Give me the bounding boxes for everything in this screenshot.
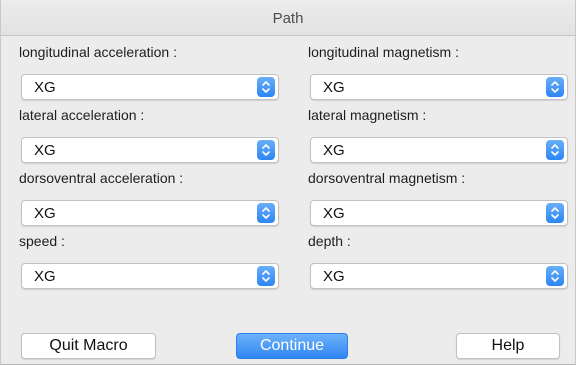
field-label: speed : [19, 233, 65, 249]
field-label: lateral magnetism : [308, 107, 427, 123]
button-bar: Quit Macro Continue Help [1, 333, 575, 361]
help-button[interactable]: Help [456, 333, 560, 359]
up-down-chevron-icon[interactable] [546, 203, 564, 223]
up-down-chevron-icon[interactable] [257, 77, 275, 97]
field-label: dorsoventral magnetism : [308, 170, 466, 186]
dialog-window: Path longitudinal acceleration : XG late… [0, 0, 576, 365]
up-down-chevron-icon[interactable] [257, 140, 275, 160]
lateral-magnetism-select[interactable]: XG [310, 137, 568, 163]
right-column: longitudinal magnetism : XG lateral magn… [307, 44, 569, 296]
field-label: depth : [308, 233, 351, 249]
longitudinal-acceleration-select[interactable]: XG [21, 74, 279, 100]
depth-select[interactable]: XG [310, 263, 568, 289]
dorsoventral-acceleration-select[interactable]: XG [21, 200, 279, 226]
field-label: longitudinal acceleration : [19, 44, 177, 60]
field-longitudinal-acceleration: longitudinal acceleration : XG [18, 37, 280, 107]
field-label: lateral acceleration : [19, 107, 145, 123]
up-down-chevron-icon[interactable] [257, 203, 275, 223]
left-column: longitudinal acceleration : XG lateral a… [18, 44, 280, 296]
select-value: XG [323, 142, 345, 159]
select-value: XG [34, 205, 56, 222]
select-value: XG [323, 79, 345, 96]
field-label: longitudinal magnetism : [308, 44, 459, 60]
up-down-chevron-icon[interactable] [257, 266, 275, 286]
quit-macro-button[interactable]: Quit Macro [21, 333, 156, 359]
field-longitudinal-magnetism: longitudinal magnetism : XG [307, 37, 569, 107]
field-dorsoventral-acceleration: dorsoventral acceleration : XG [18, 163, 280, 233]
speed-select[interactable]: XG [21, 263, 279, 289]
field-lateral-magnetism: lateral magnetism : XG [307, 100, 569, 170]
title-bar[interactable]: Path [1, 0, 575, 36]
up-down-chevron-icon[interactable] [546, 140, 564, 160]
select-value: XG [323, 268, 345, 285]
field-label: dorsoventral acceleration : [19, 170, 184, 186]
window-title: Path [272, 10, 304, 27]
select-value: XG [34, 142, 56, 159]
select-value: XG [34, 268, 56, 285]
continue-button[interactable]: Continue [236, 333, 348, 359]
field-lateral-acceleration: lateral acceleration : XG [18, 100, 280, 170]
up-down-chevron-icon[interactable] [546, 266, 564, 286]
field-depth: depth : XG [307, 226, 569, 296]
dorsoventral-magnetism-select[interactable]: XG [310, 200, 568, 226]
select-value: XG [323, 205, 345, 222]
up-down-chevron-icon[interactable] [546, 77, 564, 97]
lateral-acceleration-select[interactable]: XG [21, 137, 279, 163]
longitudinal-magnetism-select[interactable]: XG [310, 74, 568, 100]
select-value: XG [34, 79, 56, 96]
field-dorsoventral-magnetism: dorsoventral magnetism : XG [307, 163, 569, 233]
field-speed: speed : XG [18, 226, 280, 296]
